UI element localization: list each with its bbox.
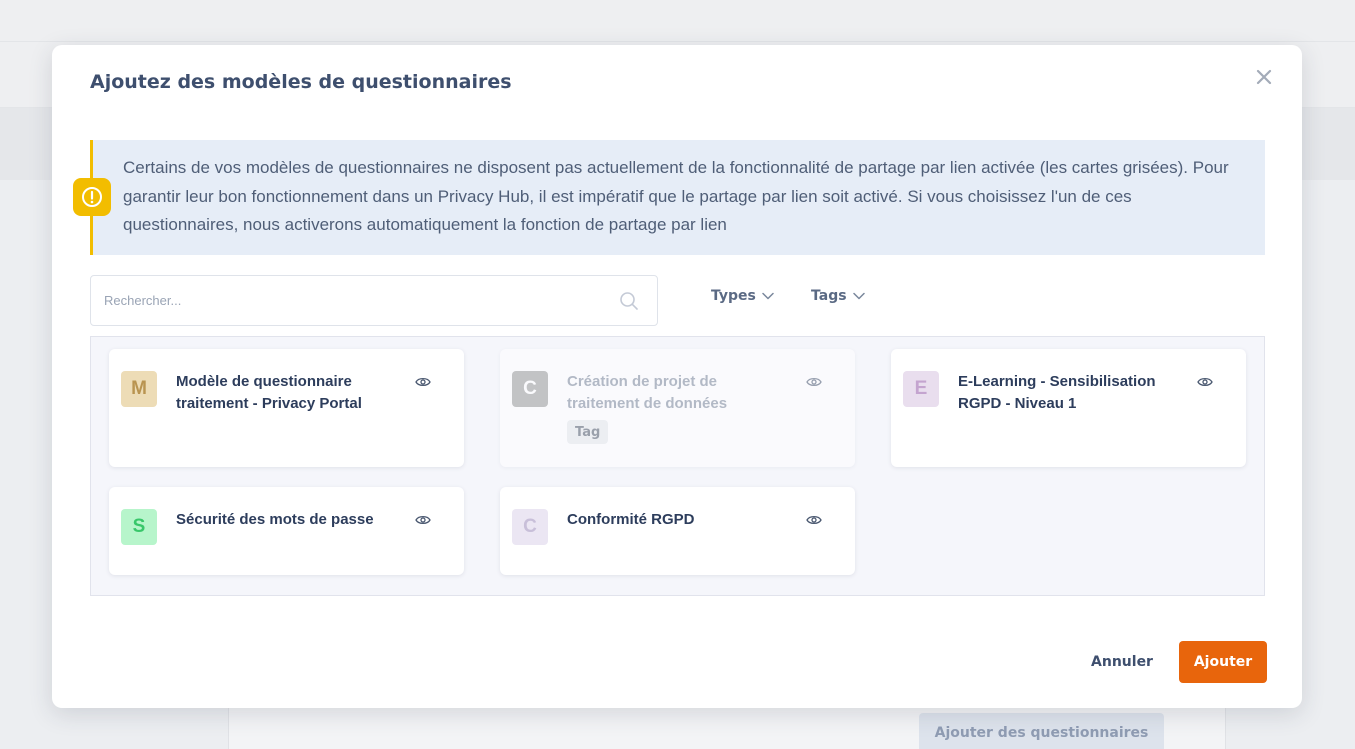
eye-icon[interactable] [1197, 375, 1213, 389]
card-avatar: M [121, 371, 157, 407]
chevron-down-icon [762, 292, 774, 300]
background-topbar [0, 0, 1355, 42]
template-card[interactable]: C Conformité RGPD [500, 487, 855, 575]
close-icon [1256, 69, 1272, 85]
add-templates-modal: Ajoutez des modèles de questionnaires Ce… [52, 45, 1302, 708]
types-filter[interactable]: Types [711, 285, 774, 307]
warning-circle-icon [73, 178, 111, 216]
cancel-button[interactable]: Annuler [1082, 642, 1162, 682]
card-title: Conformité RGPD [567, 511, 695, 528]
card-title: E-Learning - Sensibilisation RGPD - Nive… [958, 373, 1156, 412]
card-title: Sécurité des mots de passe [176, 511, 374, 528]
card-avatar: C [512, 371, 548, 407]
template-card[interactable]: C Création de projet de traitement de do… [500, 349, 855, 467]
chevron-down-icon [852, 292, 865, 300]
card-avatar: S [121, 509, 157, 545]
tags-filter[interactable]: Tags [811, 285, 865, 307]
search-field[interactable] [90, 275, 658, 326]
eye-icon[interactable] [415, 375, 431, 389]
modal-title: Ajoutez des modèles de questionnaires [90, 71, 512, 93]
eye-icon[interactable] [806, 513, 822, 527]
template-card[interactable]: E E-Learning - Sensibilisation RGPD - Ni… [891, 349, 1246, 467]
add-button[interactable]: Ajouter [1179, 641, 1267, 683]
card-tag: Tag [567, 420, 609, 444]
close-button[interactable] [1254, 67, 1274, 87]
card-title: Création de projet de traitement de donn… [567, 373, 728, 412]
card-avatar: C [512, 509, 548, 545]
eye-icon[interactable] [806, 375, 822, 389]
templates-grid: M Modèle de questionnaire traitement - P… [90, 336, 1265, 596]
card-title: Modèle de questionnaire traitement - Pri… [176, 373, 362, 412]
eye-icon[interactable] [415, 513, 431, 527]
add-questionnaires-button[interactable]: Ajouter des questionnaires [919, 713, 1164, 749]
types-filter-label: Types [711, 288, 756, 304]
alert-text: Certains de vos modèles de questionnaire… [123, 158, 1229, 234]
card-avatar: E [903, 371, 939, 407]
search-icon [620, 292, 638, 310]
template-card[interactable]: S Sécurité des mots de passe [109, 487, 464, 575]
tags-filter-label: Tags [811, 288, 847, 304]
info-alert: Certains de vos modèles de questionnaire… [73, 140, 1265, 255]
template-card[interactable]: M Modèle de questionnaire traitement - P… [109, 349, 464, 467]
search-input[interactable] [91, 276, 657, 325]
